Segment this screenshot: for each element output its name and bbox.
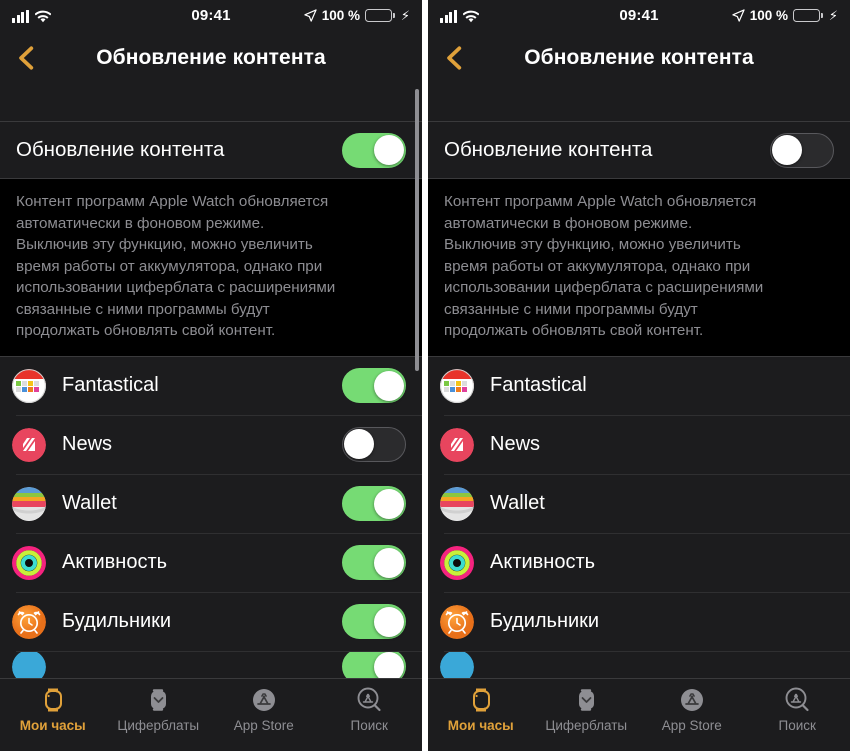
chevron-left-icon bbox=[19, 45, 34, 70]
list-item[interactable]: Fantastical bbox=[428, 356, 850, 415]
tab-label: Поиск bbox=[350, 718, 388, 733]
back-button[interactable] bbox=[10, 41, 44, 75]
app-name: Wallet bbox=[62, 492, 117, 514]
master-toggle-row[interactable]: Обновление контента bbox=[428, 122, 850, 178]
news-app-icon bbox=[440, 427, 474, 462]
status-bar: 09:41 100 % ⚡ bbox=[428, 0, 850, 30]
wallet-app-icon bbox=[440, 486, 474, 521]
chevron-left-icon bbox=[447, 45, 462, 70]
app-toggle-switch[interactable] bbox=[342, 545, 406, 580]
navigation-bar: Обновление контента bbox=[0, 30, 422, 85]
tab-label: Циферблаты bbox=[117, 718, 200, 733]
phone-screen-left: 09:41 100 % ⚡ Обновление контента Обновл… bbox=[0, 0, 422, 751]
page-title: Обновление контента bbox=[96, 45, 326, 69]
description-text: Контент программ Apple Watch обновляется… bbox=[428, 179, 850, 356]
app-toggle-switch[interactable] bbox=[342, 368, 406, 403]
screenshot-comparison: 09:41 100 % ⚡ Обновление контента Обновл… bbox=[0, 0, 850, 751]
fantastical-app-icon bbox=[12, 368, 46, 403]
app-list-left: Fantastical News Wallet Активность Будил… bbox=[0, 356, 422, 678]
app-toggle-switch[interactable] bbox=[342, 486, 406, 521]
app-store-search-icon bbox=[782, 685, 812, 715]
list-item[interactable]: Wallet bbox=[428, 474, 850, 533]
partial-app-icon bbox=[440, 651, 474, 678]
tab-my-watch[interactable]: Мои часы bbox=[0, 685, 106, 733]
app-store-icon bbox=[249, 685, 279, 715]
app-toggle-switch[interactable] bbox=[342, 651, 406, 678]
alarms-app-icon bbox=[440, 604, 474, 639]
app-name: Активность bbox=[490, 551, 596, 573]
tab-bar: Мои часы Циферблаты App Store Поиск bbox=[428, 678, 850, 751]
alarms-app-icon bbox=[12, 604, 46, 639]
partial-app-icon bbox=[12, 651, 46, 678]
app-name: News bbox=[490, 433, 541, 455]
news-app-icon bbox=[12, 427, 46, 462]
tab-app-store[interactable]: App Store bbox=[211, 685, 317, 733]
vertical-scrollbar[interactable] bbox=[415, 89, 419, 371]
master-toggle-label: Обновление контента bbox=[16, 138, 225, 161]
phone-screen-right: 09:41 100 % ⚡ Обновление контента Обновл… bbox=[428, 0, 850, 751]
list-item[interactable]: Активность bbox=[428, 533, 850, 592]
app-store-icon bbox=[677, 685, 707, 715]
top-spacer bbox=[428, 85, 850, 121]
watch-icon bbox=[466, 685, 496, 715]
settings-content-left: Обновление контента Контент программ App… bbox=[0, 85, 422, 678]
tab-label: Мои часы bbox=[19, 718, 86, 733]
tab-watch-faces[interactable]: Циферблаты bbox=[534, 685, 640, 733]
activity-app-icon bbox=[440, 545, 474, 580]
app-list-right: Fantastical News Wallet Активность Будил… bbox=[428, 356, 850, 678]
tab-label: Циферблаты bbox=[545, 718, 628, 733]
app-name: Будильники bbox=[62, 610, 172, 632]
list-item[interactable]: News bbox=[428, 415, 850, 474]
watch-face-icon bbox=[143, 685, 173, 715]
app-name: Fantastical bbox=[62, 374, 159, 396]
tab-bar: Мои часы Циферблаты App Store Поиск bbox=[0, 678, 422, 751]
tab-label: App Store bbox=[661, 718, 722, 733]
top-spacer bbox=[0, 85, 422, 121]
list-item[interactable]: News bbox=[0, 415, 422, 474]
tab-search[interactable]: Поиск bbox=[745, 685, 850, 733]
status-bar-clock: 09:41 bbox=[191, 6, 231, 24]
fantastical-app-icon bbox=[440, 368, 474, 403]
description-text: Контент программ Apple Watch обновляется… bbox=[0, 179, 422, 356]
description-paragraph: Контент программ Apple Watch обновляется… bbox=[444, 193, 764, 339]
master-toggle-row[interactable]: Обновление контента bbox=[0, 122, 422, 178]
watch-face-icon bbox=[571, 685, 601, 715]
app-name: Fantastical bbox=[490, 374, 587, 396]
watch-icon bbox=[38, 685, 68, 715]
list-item[interactable]: Будильники bbox=[428, 592, 850, 651]
master-toggle-switch[interactable] bbox=[770, 132, 834, 168]
tab-label: Мои часы bbox=[447, 718, 514, 733]
master-toggle-switch[interactable] bbox=[342, 132, 406, 168]
list-item[interactable] bbox=[428, 651, 850, 678]
settings-content-right: Обновление контента Контент программ App… bbox=[428, 85, 850, 678]
list-item[interactable]: Fantastical bbox=[0, 356, 422, 415]
wallet-app-icon bbox=[12, 486, 46, 521]
activity-app-icon bbox=[12, 545, 46, 580]
tab-label: App Store bbox=[233, 718, 294, 733]
app-name: News bbox=[62, 433, 113, 455]
list-item[interactable] bbox=[0, 651, 422, 678]
page-title: Обновление контента bbox=[524, 45, 754, 69]
navigation-bar: Обновление контента bbox=[428, 30, 850, 85]
app-toggle-switch[interactable] bbox=[342, 427, 406, 462]
app-store-search-icon bbox=[354, 685, 384, 715]
tab-my-watch[interactable]: Мои часы bbox=[428, 685, 534, 733]
description-paragraph: Контент программ Apple Watch обновляется… bbox=[16, 193, 336, 339]
list-item[interactable]: Активность bbox=[0, 533, 422, 592]
app-name: Активность bbox=[62, 551, 168, 573]
status-bar: 09:41 100 % ⚡ bbox=[0, 0, 422, 30]
status-bar-clock: 09:41 bbox=[619, 6, 659, 24]
back-button[interactable] bbox=[438, 41, 472, 75]
tab-search[interactable]: Поиск bbox=[317, 685, 423, 733]
app-name: Wallet bbox=[490, 492, 545, 514]
app-name: Будильники bbox=[490, 610, 600, 632]
list-item[interactable]: Wallet bbox=[0, 474, 422, 533]
app-toggle-switch[interactable] bbox=[342, 604, 406, 639]
tab-app-store[interactable]: App Store bbox=[639, 685, 745, 733]
master-toggle-label: Обновление контента bbox=[444, 138, 653, 161]
tab-label: Поиск bbox=[778, 718, 816, 733]
list-item[interactable]: Будильники bbox=[0, 592, 422, 651]
tab-watch-faces[interactable]: Циферблаты bbox=[106, 685, 212, 733]
